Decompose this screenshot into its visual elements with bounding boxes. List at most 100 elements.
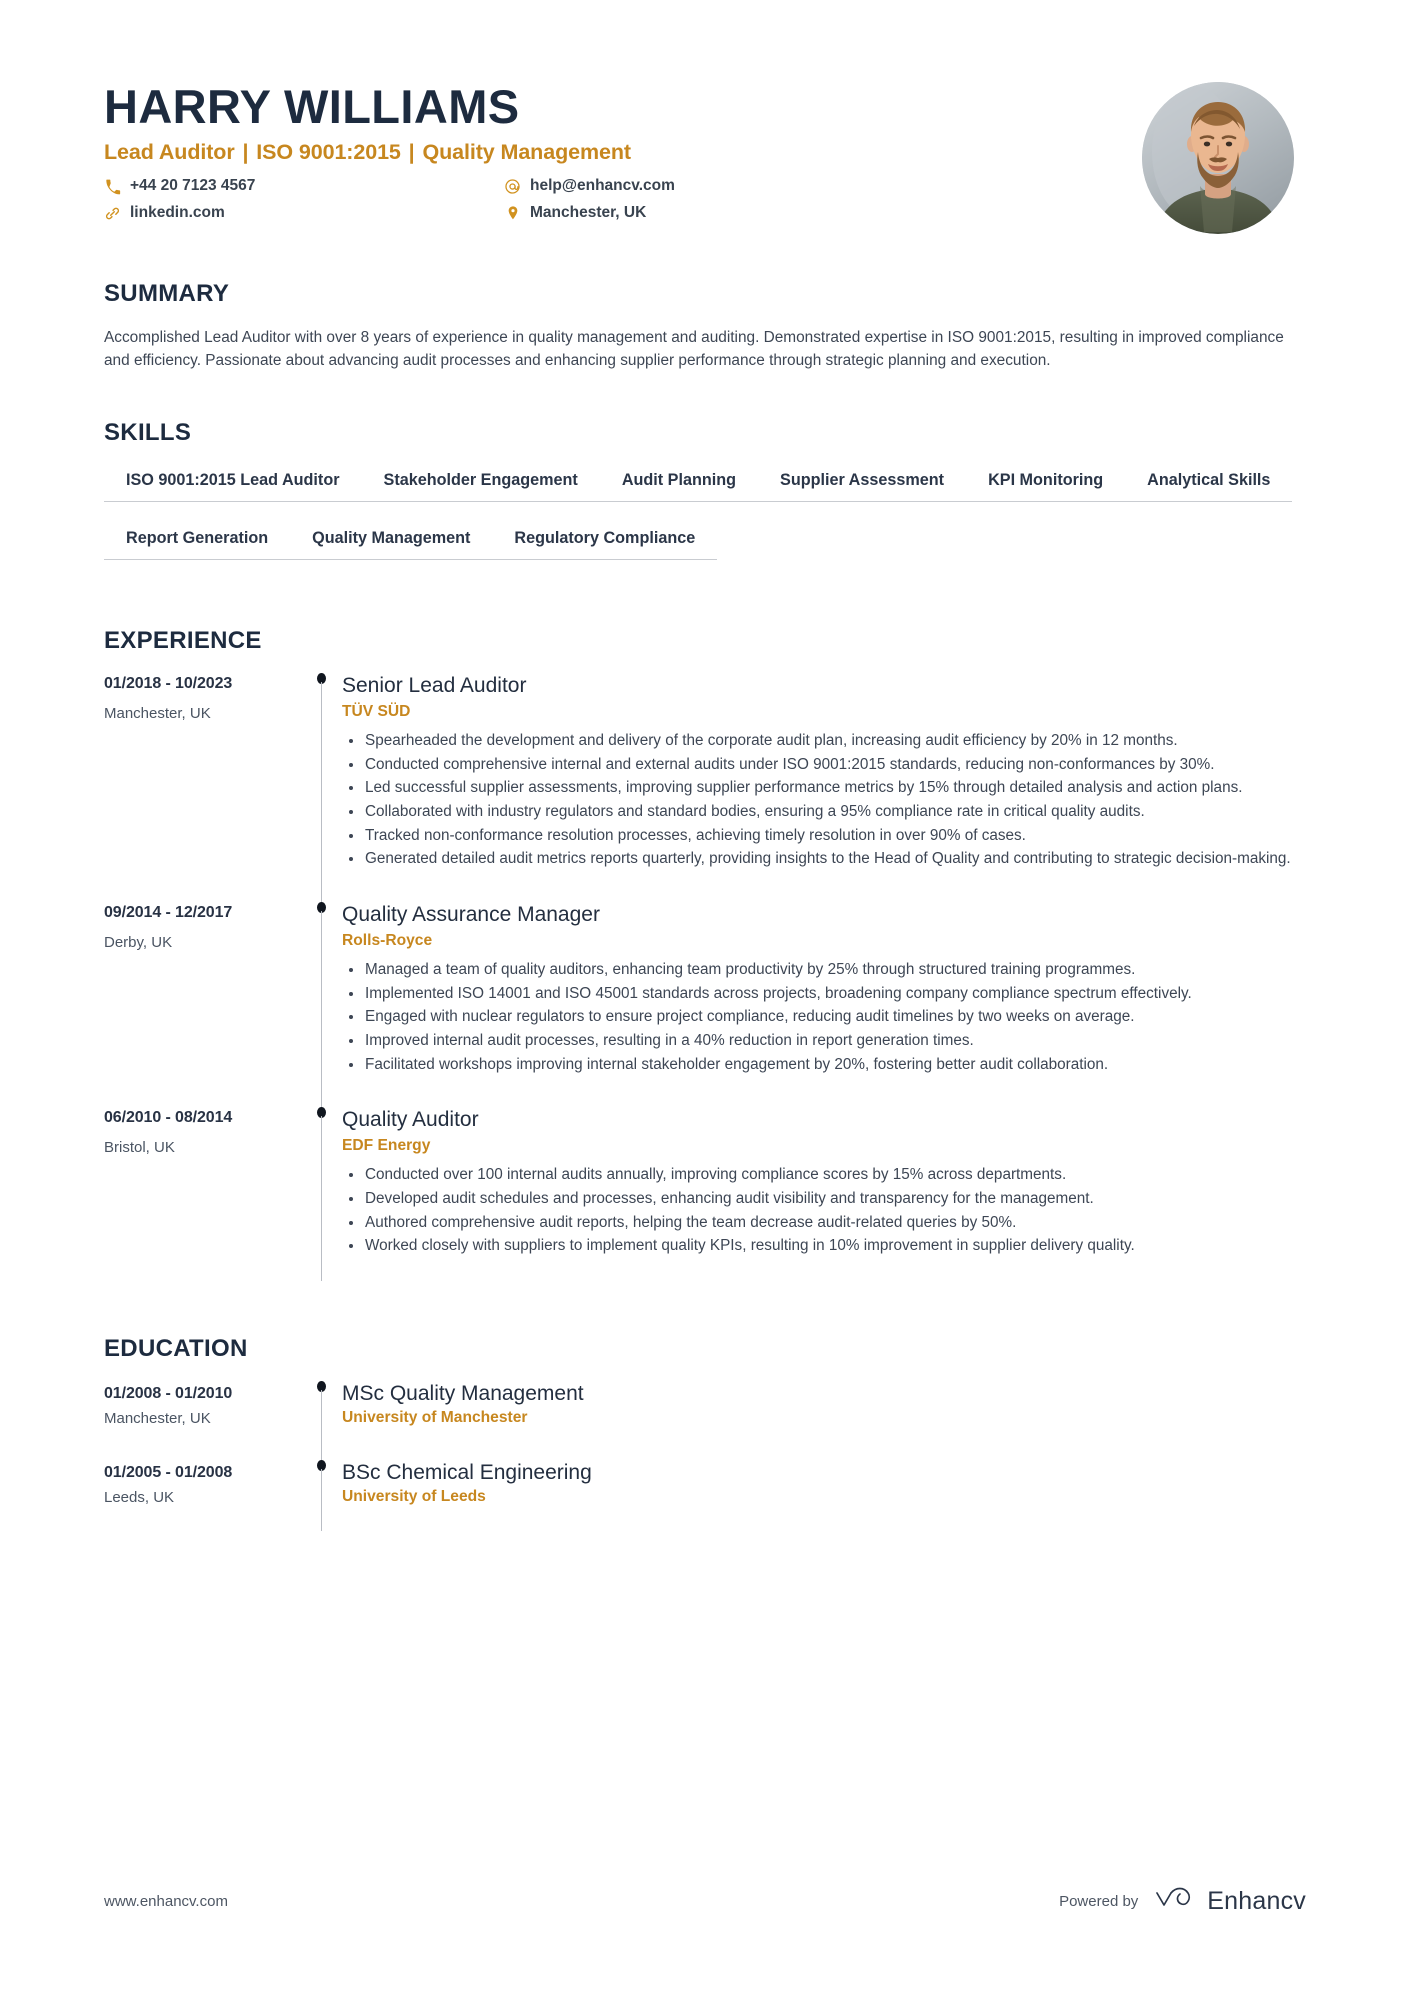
education-entry-institution: University of Leeds [342,1488,486,1506]
experience-entry-date: 01/2018 - 10/2023 [104,674,233,692]
education-entry-meta: 01/2005 - 01/2008 Leeds, UK [104,1460,304,1539]
timeline-rail [304,672,338,902]
experience-entry-meta: 09/2014 - 12/2017 Derby, UK [104,902,304,1107]
resume-footer: www.enhancv.com Powered by Enhancv [104,1886,1306,1917]
experience-entry-location: Manchester, UK [104,704,211,722]
education-section-title: EDUCATION [104,1334,248,1362]
experience-entry-role: Quality Assurance Manager [342,902,600,926]
experience-section-title: EXPERIENCE [104,626,262,654]
skill-tag: Stakeholder Engagement [361,465,600,502]
bullet-item: Collaborated with industry regulators an… [342,801,1302,824]
education-entry-degree: BSc Chemical Engineering [342,1461,592,1485]
timeline-line [321,1389,323,1461]
email-icon [504,178,521,195]
contact-link-value: linkedin.com [130,203,225,221]
timeline-line [321,1116,323,1281]
skill-tag: Audit Planning [599,465,759,502]
bullet-item: Authored comprehensive audit reports, he… [342,1212,1302,1235]
experience-entry-body: Quality Assurance Manager Rolls-Royce Ma… [338,902,1306,1107]
skills-section: SKILLS ISO 9001:2015 Lead Auditor Stakeh… [104,419,1306,581]
education-entry-body: MSc Quality Management University of Man… [338,1381,1306,1460]
education-entry-meta: 01/2008 - 01/2010 Manchester, UK [104,1381,304,1460]
contact-email[interactable]: help@enhancv.com [504,177,894,196]
experience-entry: 06/2010 - 08/2014 Bristol, UK Quality Au… [104,1107,1306,1289]
bullet-item: Worked closely with suppliers to impleme… [342,1235,1302,1258]
powered-by-label: Powered by [1059,1893,1139,1910]
contact-email-value: help@enhancv.com [530,177,675,195]
experience-entry-bullets: Managed a team of quality auditors, enha… [342,959,1306,1076]
resume-header: HARRY WILLIAMS Lead Auditor | ISO 9001:2… [104,78,1306,234]
bullet-item: Conducted over 100 internal audits annua… [342,1164,1302,1187]
resume-page: HARRY WILLIAMS Lead Auditor | ISO 9001:2… [0,0,1410,1995]
bullet-item: Developed audit schedules and processes,… [342,1188,1302,1211]
contact-list: +44 20 7123 4567 help@enhancv.com linked… [104,177,894,222]
education-entry-location: Manchester, UK [104,1409,211,1427]
enhancv-logo-icon [1154,1886,1198,1917]
experience-entry-location: Derby, UK [104,933,173,951]
headline-separator-1: | [242,140,249,165]
experience-entry-role: Quality Auditor [342,1108,479,1132]
experience-section: EXPERIENCE 01/2018 - 10/2023 Manchester,… [104,627,1306,1289]
contact-link[interactable]: linkedin.com [104,204,504,223]
contact-phone[interactable]: +44 20 7123 4567 [104,177,504,196]
bullet-item: Implemented ISO 14001 and ISO 45001 stan… [342,983,1302,1006]
timeline-line [321,910,323,1108]
skill-tag: Quality Management [290,523,493,560]
headline: Lead Auditor | ISO 9001:2015 | Quality M… [104,139,1112,166]
experience-entry-meta: 06/2010 - 08/2014 Bristol, UK [104,1107,304,1289]
bullet-item: Spearheaded the development and delivery… [342,730,1302,753]
timeline-rail [304,901,338,1108]
experience-entry-company: EDF Energy [342,1137,431,1155]
education-entry: 01/2008 - 01/2010 Manchester, UK MSc Qua… [104,1380,1306,1461]
bullet-item: Generated detailed audit metrics reports… [342,848,1302,871]
summary-section: SUMMARY Accomplished Lead Auditor with o… [104,280,1306,373]
bullet-item: Engaged with nuclear regulators to ensur… [342,1006,1302,1029]
contact-location[interactable]: Manchester, UK [504,204,894,223]
footer-brand-block: Powered by Enhancv [1059,1886,1306,1917]
experience-entry-bullets: Spearheaded the development and delivery… [342,730,1306,871]
skill-tag: Analytical Skills [1125,465,1293,502]
phone-icon [104,178,121,195]
timeline-line [321,681,323,902]
education-entry-degree: MSc Quality Management [342,1381,584,1405]
bullet-item: Tracked non-conformance resolution proce… [342,825,1302,848]
enhancv-brand-name: Enhancv [1207,1887,1306,1915]
experience-entry-bullets: Conducted over 100 internal audits annua… [342,1164,1306,1258]
experience-entry-date: 09/2014 - 12/2017 [104,903,233,921]
experience-entry-date: 06/2010 - 08/2014 [104,1109,233,1127]
education-entry-date: 01/2005 - 01/2008 [104,1464,233,1482]
headline-part-3: Quality Management [422,140,631,165]
location-pin-icon [504,205,521,222]
experience-entry-meta: 01/2018 - 10/2023 Manchester, UK [104,673,304,902]
bullet-item: Led successful supplier assessments, imp… [342,777,1302,800]
experience-entry: 09/2014 - 12/2017 Derby, UK Quality Assu… [104,901,1306,1108]
bullet-item: Conducted comprehensive internal and ext… [342,754,1302,777]
summary-section-title: SUMMARY [104,280,230,307]
timeline-rail [304,1380,338,1461]
headline-part-2: ISO 9001:2015 [256,140,401,165]
link-icon [104,205,121,222]
enhancv-brand: Enhancv [1154,1886,1306,1917]
experience-entry-location: Bristol, UK [104,1139,175,1157]
experience-entry-company: Rolls-Royce [342,932,433,950]
education-entry-body: BSc Chemical Engineering University of L… [338,1460,1306,1539]
education-entry: 01/2005 - 01/2008 Leeds, UK BSc Chemical… [104,1460,1306,1539]
education-section: EDUCATION 01/2008 - 01/2010 Manchester, … [104,1335,1306,1540]
skill-tag: KPI Monitoring [966,465,1126,502]
experience-entry-role: Senior Lead Auditor [342,673,527,697]
summary-text: Accomplished Lead Auditor with over 8 ye… [104,329,1284,370]
timeline-rail [304,1107,338,1289]
skills-section-title: SKILLS [104,418,192,446]
education-entry-location: Leeds, UK [104,1489,175,1507]
experience-entry-body: Senior Lead Auditor TÜV SÜD Spearheaded … [338,673,1306,902]
avatar [1142,82,1294,234]
contact-phone-value: +44 20 7123 4567 [130,177,256,195]
experience-entry: 01/2018 - 10/2023 Manchester, UK Senior … [104,672,1306,902]
experience-entry-company: TÜV SÜD [342,703,411,721]
timeline-rail [304,1460,338,1539]
timeline-line [321,1469,323,1532]
skills-list: ISO 9001:2015 Lead Auditor Stakeholder E… [104,465,1306,581]
headline-separator-2: | [408,140,415,165]
skill-tag: Regulatory Compliance [492,523,718,560]
footer-website[interactable]: www.enhancv.com [104,1893,228,1910]
